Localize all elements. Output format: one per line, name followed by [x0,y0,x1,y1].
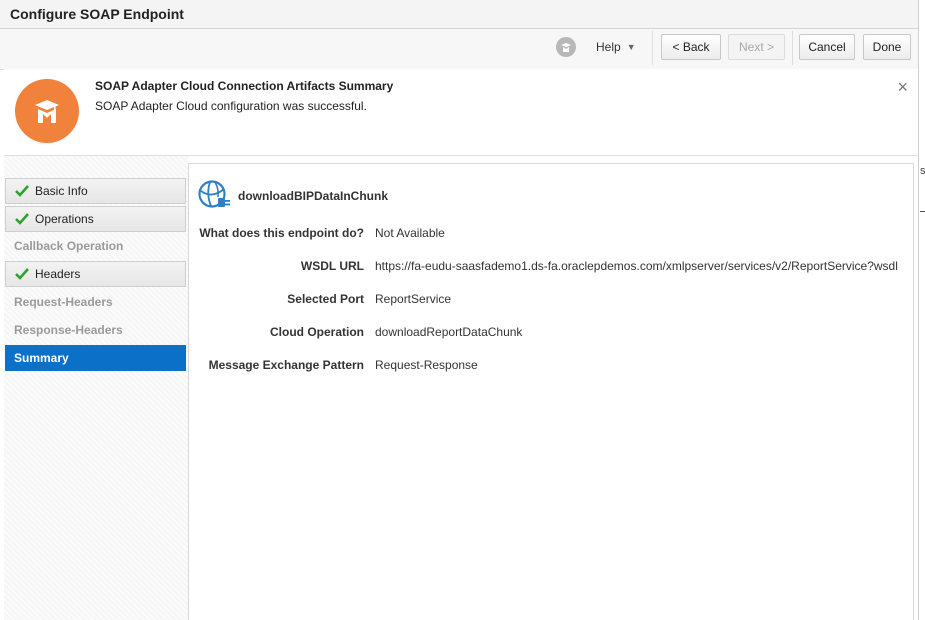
nav-item-summary[interactable]: Summary [5,345,186,371]
nav-item-label: Request-Headers [14,295,113,309]
field-label: Cloud Operation [270,325,364,339]
field-value: Not Available [375,226,445,240]
nav-item-label: Response-Headers [14,323,123,337]
help-label: Help [596,40,621,54]
field-label: What does this endpoint do? [199,226,364,240]
summary-row-wsdl-url: WSDL URL https://fa-eudu-saasfademo1.ds-… [189,259,915,277]
field-value: Request-Response [375,358,478,372]
checkmark-icon [15,185,29,197]
field-label: WSDL URL [300,259,364,273]
configure-soap-endpoint-dialog: Configure SOAP Endpoint Help ▼ < Back Ne… [0,0,919,620]
checkmark-icon [15,213,29,225]
nav-item-label: Basic Info [35,184,88,198]
background-window-divider [920,211,925,212]
background-window-text: s [920,165,925,177]
banner-message: SOAP Adapter Cloud configuration was suc… [95,99,367,113]
help-menu[interactable]: Help ▼ [556,34,636,60]
toolbar: Help ▼ < Back Next > Cancel Done [0,29,918,70]
nav-item-callback-operation[interactable]: Callback Operation [5,233,186,259]
endpoint-name: downloadBIPDataInChunk [238,189,388,203]
nav-item-request-headers[interactable]: Request-Headers [5,289,186,315]
summary-row-message-exchange-pattern: Message Exchange Pattern Request-Respons… [189,358,915,376]
back-button[interactable]: < Back [661,34,721,60]
user-avatar-icon [556,37,576,57]
field-value: ReportService [375,292,452,306]
summary-row-cloud-operation: Cloud Operation downloadReportDataChunk [189,325,915,343]
adapter-icon [15,79,79,143]
summary-row-description: What does this endpoint do? Not Availabl… [189,226,915,244]
dialog-title: Configure SOAP Endpoint [0,0,918,29]
nav-item-headers[interactable]: Headers [5,261,186,287]
field-label: Selected Port [287,292,364,306]
banner-title: SOAP Adapter Cloud Connection Artifacts … [95,79,394,93]
nav-item-label: Headers [35,267,81,281]
nav-item-operations[interactable]: Operations [5,206,186,232]
next-button[interactable]: Next > [728,34,785,60]
field-value: downloadReportDataChunk [375,325,523,339]
nav-item-label: Operations [35,212,94,226]
summary-row-selected-port: Selected Port ReportService [189,292,915,310]
field-value: https://fa-eudu-saasfademo1.ds-fa.oracle… [375,259,898,273]
nav-item-basic-info[interactable]: Basic Info [5,178,186,204]
summary-panel: downloadBIPDataInChunk What does this en… [188,163,914,620]
nav-item-label: Callback Operation [14,239,124,253]
field-label: Message Exchange Pattern [208,358,364,372]
done-button[interactable]: Done [863,34,911,60]
success-banner: SOAP Adapter Cloud Connection Artifacts … [4,69,918,156]
toolbar-separator [652,31,653,65]
toolbar-separator [792,31,793,65]
nav-item-response-headers[interactable]: Response-Headers [5,317,186,343]
chevron-down-icon: ▼ [626,42,636,52]
close-icon[interactable]: × [897,78,908,96]
checkmark-icon [15,268,29,280]
nav-item-label: Summary [14,351,69,365]
wizard-steps-nav: Basic Info Operations Callback Operation… [4,156,188,620]
cancel-button[interactable]: Cancel [799,34,855,60]
soap-endpoint-icon [198,180,230,208]
